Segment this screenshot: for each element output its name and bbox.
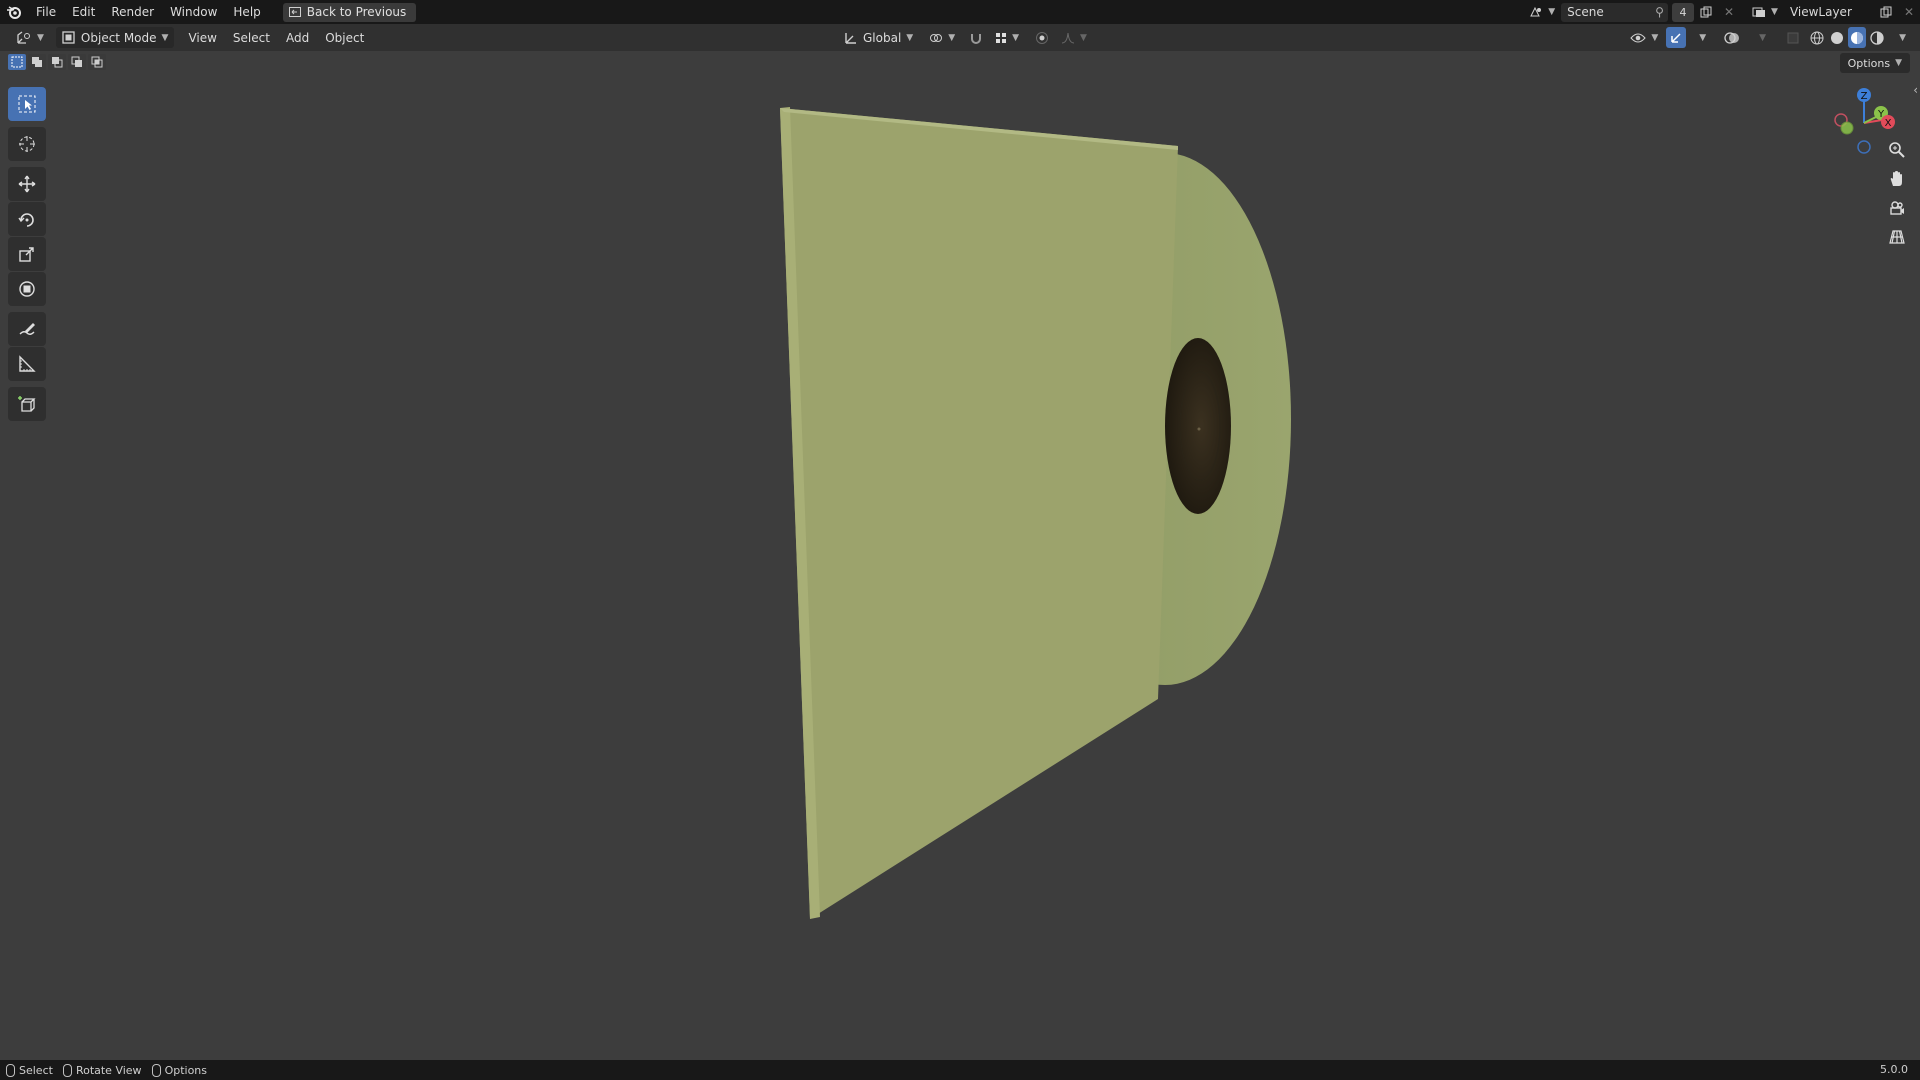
viewlayer-field[interactable]: ViewLayer: [1783, 2, 1874, 22]
back-to-previous-label: Back to Previous: [306, 5, 407, 19]
gizmos-dropdown[interactable]: ▼: [1688, 27, 1712, 48]
material-preview-button[interactable]: [1848, 27, 1867, 48]
transform-orientation-label: Global: [863, 30, 902, 45]
object-mode-dropdown[interactable]: Object Mode ▼: [55, 27, 175, 48]
status-select-hint: Select: [6, 1063, 53, 1077]
3d-viewport[interactable]: Options ▼ ‹ Z Y X: [0, 51, 1920, 1060]
delete-viewlayer-button[interactable]: ✕: [1898, 2, 1920, 23]
gizmos-toggle[interactable]: [1666, 27, 1687, 48]
delete-scene-button[interactable]: ✕: [1718, 2, 1740, 23]
chevron-down-icon: ▼: [161, 32, 169, 43]
shading-options-dropdown[interactable]: ▼: [1888, 27, 1912, 48]
menu-help[interactable]: Help: [225, 0, 268, 24]
chevron-down-icon: ▼: [1651, 32, 1659, 43]
menu-window[interactable]: Window: [162, 0, 225, 24]
overlays-toggle[interactable]: [1718, 27, 1746, 48]
proportional-editing-toggle[interactable]: [1029, 27, 1055, 48]
3d-viewport-icon: [16, 30, 32, 45]
eye-icon: [1630, 32, 1646, 44]
chevron-down-icon: ▼: [1080, 32, 1087, 43]
mouse-middle-icon: [62, 1063, 72, 1077]
pivot-icon: [929, 31, 943, 45]
rendered-sphere-icon: [1870, 30, 1884, 45]
proportional-edit-icon: [1035, 31, 1049, 45]
record-sleeve-front[interactable]: [780, 108, 1178, 919]
magnet-icon: [969, 31, 983, 45]
menu-add[interactable]: Add: [280, 27, 315, 48]
new-scene-button[interactable]: [1694, 2, 1718, 23]
chevron-down-icon: ▼: [1699, 32, 1707, 43]
chevron-down-icon: ▼: [906, 32, 914, 43]
chevron-down-icon: ▼: [1548, 7, 1556, 17]
solid-sphere-icon: [1830, 31, 1844, 45]
status-rotate-label: Rotate View: [75, 1063, 142, 1077]
scene-icon: [1529, 6, 1543, 18]
orientation-icon: [844, 31, 858, 45]
transform-controls: Global ▼ ▼ ▼ ▼: [838, 27, 1093, 48]
pivot-point-dropdown[interactable]: ▼: [923, 27, 961, 48]
viewport-display-controls: ▼ ▼ ▼ ▼: [1624, 27, 1912, 48]
status-select-label: Select: [19, 1063, 53, 1077]
chevron-down-icon: ▼: [37, 32, 44, 43]
status-bar: Select Rotate View Options 5.0.0: [0, 1060, 1920, 1080]
vinyl-record-model[interactable]: [0, 51, 1920, 1060]
snap-grid-icon: [995, 32, 1007, 44]
back-to-previous-button[interactable]: Back to Previous: [282, 2, 417, 22]
viewlayer-icon: [1752, 6, 1766, 18]
overlays-dropdown[interactable]: ▼: [1748, 27, 1772, 48]
record-center-label: [1165, 338, 1231, 514]
chevron-down-icon: ▼: [1771, 7, 1778, 17]
blender-logo-icon[interactable]: [0, 0, 28, 24]
falloff-curve-icon: [1061, 32, 1075, 44]
menu-select[interactable]: Select: [227, 27, 276, 48]
material-sphere-icon: [1850, 31, 1864, 45]
scene-name: Scene: [1567, 5, 1604, 19]
back-icon: [288, 7, 301, 17]
editor-type-dropdown[interactable]: ▼: [10, 27, 50, 48]
menu-object[interactable]: Object: [319, 27, 370, 48]
scene-type-dropdown[interactable]: ▼: [1523, 2, 1561, 23]
rendered-shading-button[interactable]: [1868, 27, 1886, 48]
top-bar: File Edit Render Window Help Back to Pre…: [0, 0, 1920, 24]
viewlayer-type-dropdown[interactable]: ▼: [1746, 2, 1784, 23]
chevron-down-icon: ▼: [948, 32, 956, 43]
pin-icon[interactable]: ⚲: [1651, 5, 1668, 19]
snap-target-dropdown[interactable]: ▼: [989, 27, 1025, 48]
wireframe-shading-button[interactable]: [1808, 27, 1826, 48]
scene-users-count: 4: [1671, 2, 1694, 22]
overlays-icon: [1724, 31, 1740, 45]
proportional-falloff-dropdown[interactable]: ▼: [1055, 27, 1093, 48]
menu-edit[interactable]: Edit: [64, 0, 103, 24]
xray-toggle[interactable]: [1780, 27, 1806, 48]
viewport-header: ▼ Object Mode ▼ View Select Add Object G…: [0, 24, 1920, 51]
blender-version: 5.0.0: [1880, 1063, 1908, 1076]
transform-orientation-dropdown[interactable]: Global ▼: [838, 27, 919, 48]
record-spindle-hole: [1197, 427, 1201, 431]
gizmo-icon: [1669, 31, 1683, 45]
visibility-dropdown[interactable]: ▼: [1624, 27, 1664, 48]
chevron-down-icon: ▼: [1759, 32, 1767, 43]
mouse-left-icon: [6, 1063, 15, 1077]
scene-field[interactable]: Scene ⚲: [1561, 2, 1668, 22]
status-options-hint: Options: [151, 1063, 208, 1077]
solid-shading-button[interactable]: [1828, 27, 1846, 48]
xray-icon: [1786, 31, 1800, 45]
status-rotate-hint: Rotate View: [62, 1063, 142, 1077]
snap-toggle[interactable]: [963, 27, 989, 48]
scene-selector-area: ▼ Scene ⚲ 4 ✕ ▼ ViewLayer ✕: [1523, 0, 1920, 24]
wireframe-sphere-icon: [1810, 31, 1824, 45]
menu-view[interactable]: View: [182, 27, 222, 48]
object-mode-icon: [62, 31, 75, 44]
status-options-label: Options: [164, 1063, 208, 1077]
chevron-down-icon: ▼: [1899, 32, 1906, 43]
copy-icon: [1880, 6, 1892, 18]
viewlayer-name: ViewLayer: [1789, 5, 1852, 19]
new-viewlayer-button[interactable]: [1874, 2, 1898, 23]
menu-render[interactable]: Render: [103, 0, 162, 24]
mouse-right-icon: [151, 1063, 161, 1077]
object-mode-label: Object Mode: [80, 30, 157, 45]
copy-icon: [1700, 6, 1712, 18]
menu-file[interactable]: File: [28, 0, 64, 24]
chevron-down-icon: ▼: [1012, 32, 1020, 43]
